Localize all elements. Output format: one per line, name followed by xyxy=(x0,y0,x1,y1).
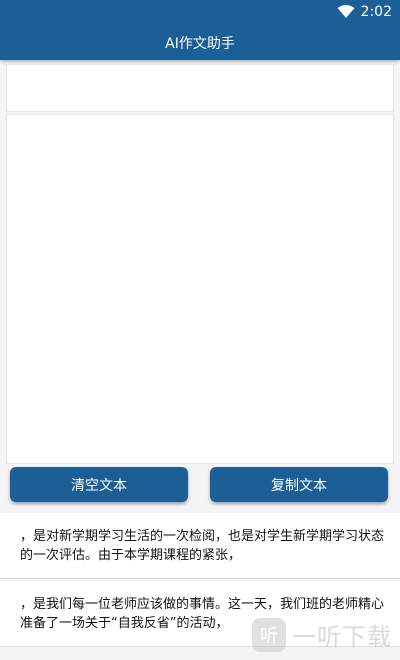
topic-input-panel xyxy=(6,64,394,112)
status-bar: 2:02 xyxy=(0,0,400,26)
essay-textarea[interactable] xyxy=(7,115,393,463)
app-title: AI作文助手 xyxy=(165,36,235,52)
status-time: 2:02 xyxy=(360,4,392,20)
watermark: 听 一听下载 xyxy=(252,617,392,652)
clear-text-button[interactable]: 清空文本 xyxy=(10,467,188,502)
status-right: 2:02 xyxy=(337,4,392,20)
topic-input[interactable] xyxy=(7,65,393,111)
essay-input-panel xyxy=(6,114,394,464)
wifi-icon xyxy=(337,5,355,19)
watermark-logo: 听 xyxy=(252,617,286,652)
result-item-1[interactable]: ，是对新学期学习生活的一次检阅，也是对学生新学期学习状态的一次评估。由于本学期课… xyxy=(0,513,400,579)
app-bar: AI作文助手 xyxy=(0,26,400,60)
copy-text-button[interactable]: 复制文本 xyxy=(210,467,388,502)
watermark-text: 一听下载 xyxy=(292,623,392,651)
